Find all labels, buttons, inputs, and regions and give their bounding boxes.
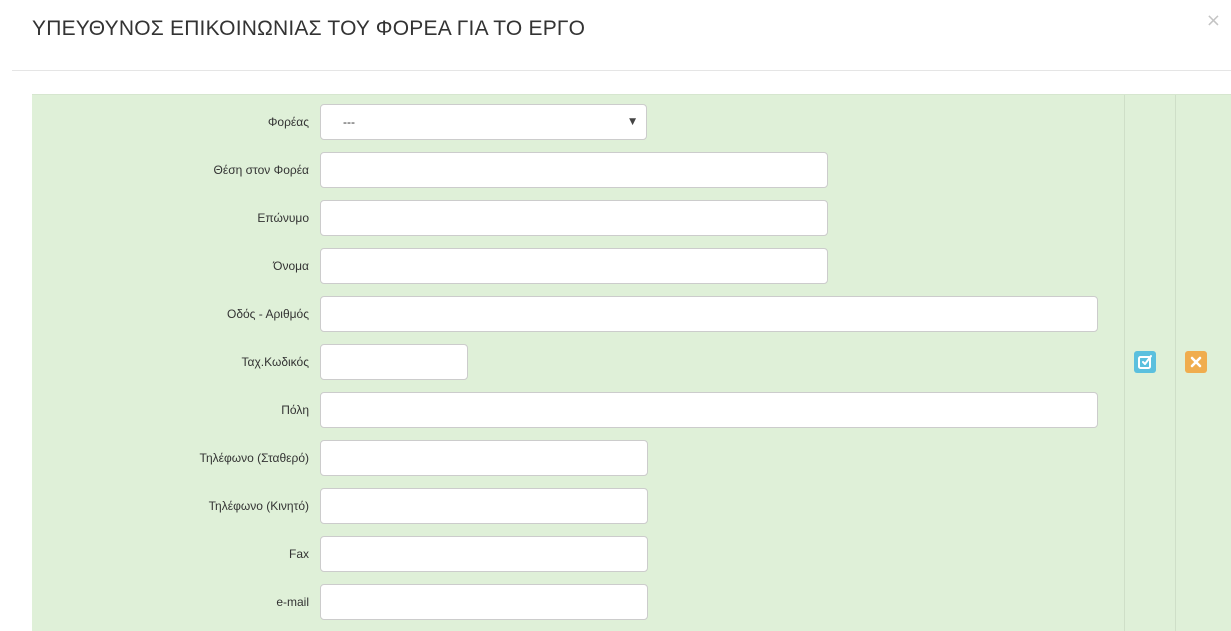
- delete-button[interactable]: [1185, 351, 1207, 373]
- name-label: Όνομα: [273, 259, 309, 273]
- row-surname: Επώνυμο: [32, 200, 1124, 236]
- row-phone-mobile: Τηλέφωνο (Κινητό): [32, 488, 1124, 524]
- close-icon: [1190, 356, 1202, 368]
- position-label: Θέση στον Φορέα: [213, 163, 309, 177]
- form-panel: Φορέας --- ▼ Θέση στον Φορέα Επώνυμο Όνο…: [32, 94, 1231, 631]
- edit-button[interactable]: [1134, 351, 1156, 373]
- agency-select[interactable]: --- ▼: [320, 104, 647, 140]
- row-agency: Φορέας --- ▼: [32, 104, 1124, 140]
- postcode-label: Ταχ.Κωδικός: [241, 355, 309, 369]
- row-name: Όνομα: [32, 248, 1124, 284]
- contact-form: Φορέας --- ▼ Θέση στον Φορέα Επώνυμο Όνο…: [32, 95, 1124, 631]
- city-input[interactable]: [320, 392, 1098, 428]
- row-city: Πόλη: [32, 392, 1124, 428]
- row-postcode: Ταχ.Κωδικός: [32, 344, 1124, 380]
- row-fax: Fax: [32, 536, 1124, 572]
- surname-label: Επώνυμο: [257, 211, 309, 225]
- column-divider: [1124, 95, 1125, 631]
- agency-label: Φορέας: [267, 115, 309, 129]
- row-position: Θέση στον Φορέα: [32, 152, 1124, 188]
- email-input[interactable]: [320, 584, 648, 620]
- phone-mobile-label: Τηλέφωνο (Κινητό): [208, 499, 309, 513]
- position-input[interactable]: [320, 152, 828, 188]
- column-divider: [1175, 95, 1176, 631]
- fax-label: Fax: [288, 547, 309, 561]
- surname-input[interactable]: [320, 200, 828, 236]
- name-input[interactable]: [320, 248, 828, 284]
- phone-mobile-input[interactable]: [320, 488, 648, 524]
- city-label: Πόλη: [281, 403, 309, 417]
- fax-input[interactable]: [320, 536, 648, 572]
- modal-dialog: ΥΠΕΥΘΥΝΟΣ ΕΠΙΚΟΙΝΩΝΙΑΣ ΤΟΥ ΦΟΡΕΑ ΓΙΑ ΤΟ …: [0, 0, 1231, 631]
- street-label: Οδός - Αριθμός: [226, 307, 309, 321]
- email-label: e-mail: [276, 595, 309, 609]
- close-icon[interactable]: ×: [1206, 10, 1221, 31]
- phone-landline-label: Τηλέφωνο (Σταθερό): [199, 451, 310, 465]
- header-divider: [12, 70, 1231, 71]
- row-street: Οδός - Αριθμός: [32, 296, 1124, 332]
- row-email: e-mail: [32, 584, 1124, 620]
- modal-title: ΥΠΕΥΘΥΝΟΣ ΕΠΙΚΟΙΝΩΝΙΑΣ ΤΟΥ ΦΟΡΕΑ ΓΙΑ ΤΟ …: [32, 17, 586, 40]
- caret-down-icon: ▼: [629, 117, 636, 127]
- agency-select-value: ---: [343, 115, 355, 129]
- postcode-input[interactable]: [320, 344, 468, 380]
- row-phone-landline: Τηλέφωνο (Σταθερό): [32, 440, 1124, 476]
- edit-icon: [1138, 355, 1152, 369]
- phone-landline-input[interactable]: [320, 440, 648, 476]
- street-input[interactable]: [320, 296, 1098, 332]
